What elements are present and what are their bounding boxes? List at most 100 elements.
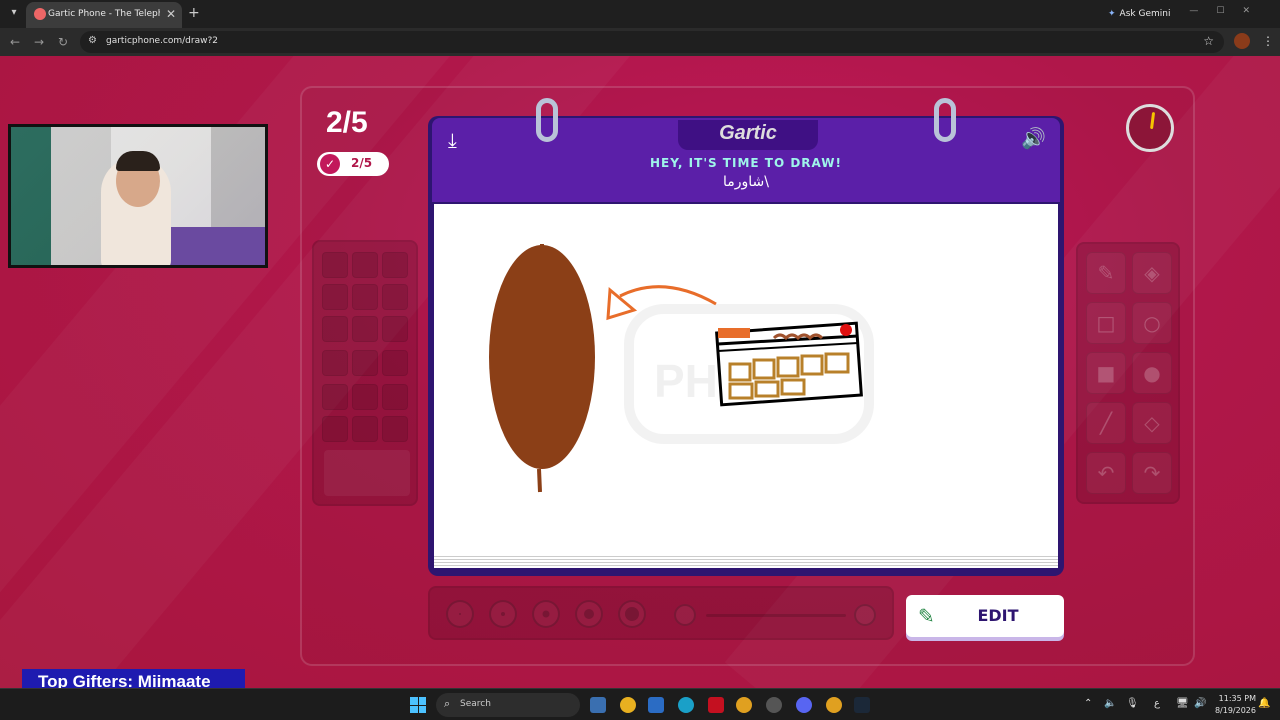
- size-dot: [459, 613, 461, 615]
- size-button[interactable]: [489, 600, 517, 628]
- fill-bucket-icon[interactable]: ◇: [1132, 402, 1172, 444]
- search-icon: ⌕: [444, 697, 451, 710]
- gartic-favicon-icon: [34, 8, 46, 20]
- round-counter: 2/5: [326, 106, 368, 139]
- size-button[interactable]: [618, 600, 646, 628]
- color-swatch[interactable]: [322, 284, 348, 310]
- size-button[interactable]: [532, 600, 560, 628]
- notebook-ring: [536, 98, 558, 142]
- color-swatch[interactable]: [352, 384, 378, 410]
- reload-icon[interactable]: ↻: [58, 35, 68, 49]
- drawing-canvas[interactable]: PHONE: [434, 204, 1058, 554]
- color-swatch[interactable]: [322, 316, 348, 342]
- redo-icon[interactable]: ↷: [1132, 452, 1172, 494]
- color-swatch[interactable]: [352, 284, 378, 310]
- pencil-tool-icon[interactable]: ✎: [1086, 252, 1126, 294]
- eraser-tool-icon[interactable]: ◈: [1132, 252, 1172, 294]
- profile-avatar[interactable]: [1234, 33, 1250, 49]
- color-swatch[interactable]: [382, 384, 408, 410]
- color-swatch[interactable]: [382, 350, 408, 376]
- custom-color-swatch[interactable]: [324, 450, 410, 496]
- url-field[interactable]: ⚙ garticphone.com/draw?2 ☆: [80, 31, 1224, 53]
- back-arrow-icon[interactable]: ←: [10, 35, 20, 49]
- netflix-icon[interactable]: [708, 697, 724, 713]
- color-swatch[interactable]: [352, 316, 378, 342]
- color-swatch[interactable]: [382, 316, 408, 342]
- edge-icon[interactable]: [678, 697, 694, 713]
- webcam-overlay: [8, 124, 268, 268]
- opacity-slider-knob[interactable]: [854, 604, 876, 626]
- color-swatch[interactable]: [352, 416, 378, 442]
- color-swatch[interactable]: [382, 284, 408, 310]
- windows-taskbar: ⌕ Search ⌃ 🔈 🎙 ع 🖥 🔊 11:35 PM 8/19/2026 …: [0, 688, 1280, 720]
- drawn-shawarma: [715, 321, 863, 407]
- size-button[interactable]: [575, 600, 603, 628]
- gartic-logo: Gartic: [719, 122, 777, 144]
- color-swatch[interactable]: [382, 252, 408, 278]
- line-tool-icon[interactable]: ╱: [1086, 402, 1126, 444]
- tab-gartic[interactable]: Gartic Phone - The Telephone Game ✕: [26, 2, 182, 28]
- drawn-orange-arrow: [606, 285, 717, 321]
- discord-icon[interactable]: [796, 697, 812, 713]
- color-swatch[interactable]: [352, 350, 378, 376]
- chrome-icon[interactable]: [736, 697, 752, 713]
- download-icon[interactable]: ⤓: [448, 128, 457, 152]
- edit-button[interactable]: ✎ EDIT: [906, 595, 1064, 637]
- opacity-slider-track[interactable]: [706, 614, 846, 617]
- taskbar-search-placeholder: Search: [460, 699, 491, 709]
- steam-icon[interactable]: [854, 697, 870, 713]
- bookmark-star-icon[interactable]: ☆: [1203, 34, 1214, 48]
- ask-gemini-label: Ask Gemini: [1119, 9, 1171, 19]
- color-swatch[interactable]: [322, 384, 348, 410]
- microphone-icon[interactable]: 🎙: [1126, 698, 1139, 709]
- ellipse-outline-icon[interactable]: ○: [1132, 302, 1172, 344]
- game-page: 2/5 ✓ 2/5 ✎ ◈ □ ○ ■ ● ╱ ◇ ↶ ↷ Gartic ⤓ 🔊…: [0, 56, 1280, 688]
- rectangle-filled-icon[interactable]: ■: [1086, 352, 1126, 394]
- drawing-notebook: Gartic ⤓ 🔊 HEY, IT'S TIME TO DRAW! شاورم…: [428, 98, 1064, 576]
- color-swatch[interactable]: [352, 252, 378, 278]
- taskbar-search[interactable]: ⌕ Search: [436, 693, 580, 717]
- edit-label: EDIT: [977, 606, 1019, 625]
- ask-gemini-button[interactable]: ✦ Ask Gemini: [1108, 5, 1170, 23]
- speaker-tray-icon[interactable]: 🔊: [1194, 698, 1206, 709]
- language-indicator[interactable]: ع: [1154, 698, 1160, 709]
- taskbar-clock[interactable]: 11:35 PM 8/19/2026: [1212, 693, 1256, 717]
- color-palette: [312, 240, 418, 506]
- site-info-icon[interactable]: ⚙: [88, 35, 97, 46]
- store-icon[interactable]: [648, 697, 664, 713]
- menu-kebab-icon[interactable]: ⋮: [1262, 34, 1274, 48]
- logo-tab: Gartic: [678, 120, 818, 150]
- new-tab-button[interactable]: +: [188, 5, 200, 21]
- timer-hand: [1150, 111, 1156, 130]
- undo-icon[interactable]: ↶: [1086, 452, 1126, 494]
- size-button[interactable]: [446, 600, 474, 628]
- notification-bell-icon[interactable]: 🔔: [1258, 698, 1270, 709]
- color-swatch[interactable]: [322, 416, 348, 442]
- color-swatch[interactable]: [382, 416, 408, 442]
- window-controls[interactable]: —☐✕: [1189, 6, 1268, 16]
- players-done-count: 2/5: [351, 156, 373, 170]
- windows-start-icon[interactable]: [410, 697, 426, 713]
- tab-title: Gartic Phone - The Telephone Game: [48, 9, 160, 19]
- tab-search-icon[interactable]: ▾: [6, 5, 22, 21]
- players-done-badge: ✓ 2/5: [317, 152, 389, 176]
- opacity-slider-min[interactable]: [674, 604, 696, 626]
- task-view-icon[interactable]: [590, 697, 606, 713]
- volume-icon[interactable]: 🔈: [1104, 698, 1116, 709]
- tray-chevron-icon[interactable]: ⌃: [1084, 698, 1092, 709]
- ellipse-filled-icon[interactable]: ●: [1132, 352, 1172, 394]
- chrome-active-icon[interactable]: [826, 697, 842, 713]
- app-icon[interactable]: [766, 697, 782, 713]
- gemini-sparkle-icon: ✦: [1108, 9, 1116, 19]
- forward-arrow-icon[interactable]: →: [34, 35, 44, 49]
- size-dot: [584, 609, 594, 619]
- app-icon[interactable]: [620, 697, 636, 713]
- color-swatch[interactable]: [322, 252, 348, 278]
- tab-close-icon[interactable]: ✕: [166, 7, 176, 21]
- network-icon[interactable]: 🖥: [1176, 698, 1189, 709]
- rectangle-outline-icon[interactable]: □: [1086, 302, 1126, 344]
- drawing-tools: ✎ ◈ □ ○ ■ ● ╱ ◇ ↶ ↷: [1076, 242, 1180, 504]
- speaker-icon[interactable]: 🔊: [1021, 126, 1046, 150]
- url-text: garticphone.com/draw?2: [106, 36, 218, 46]
- color-swatch[interactable]: [322, 350, 348, 376]
